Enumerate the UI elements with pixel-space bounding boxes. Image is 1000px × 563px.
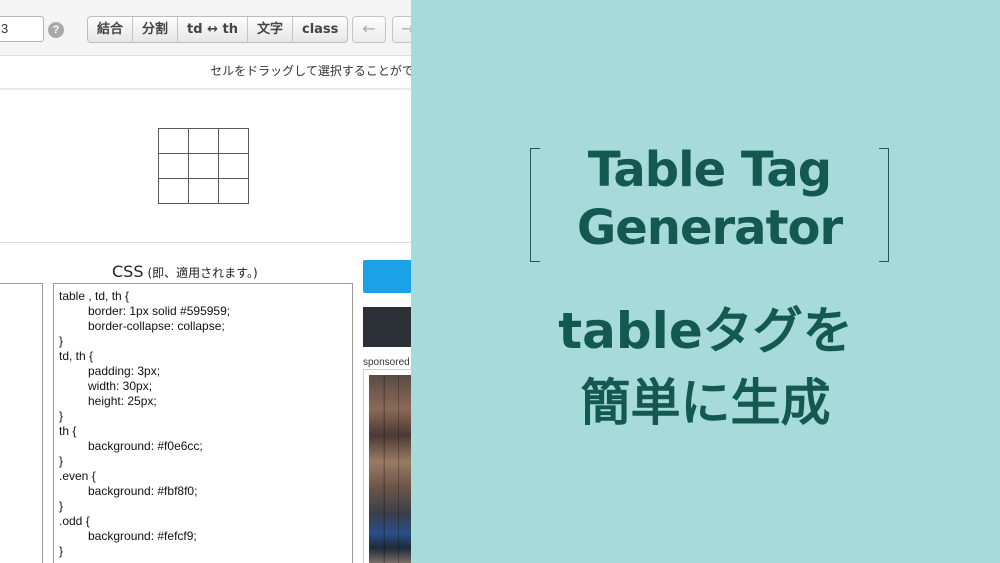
undo-button[interactable]: ← <box>352 16 386 43</box>
copy-button[interactable] <box>363 260 411 293</box>
dark-banner[interactable] <box>363 307 411 347</box>
english-title: Table Tag Generator <box>530 141 889 257</box>
table-row <box>158 153 249 179</box>
toggle-td-th-button[interactable]: td ↔ th <box>178 17 248 42</box>
css-code-line: } <box>59 334 64 348</box>
toolbar: 3 ? 結合 分割 td ↔ th 文字 class ← → <box>0 0 411 56</box>
ad-frame[interactable] <box>363 369 411 563</box>
english-title-line-2: Generator <box>576 200 843 256</box>
css-code-line: th { <box>59 424 77 438</box>
japanese-title: tableタグを 簡単に生成 <box>411 295 1000 439</box>
class-button[interactable]: class <box>293 17 347 42</box>
table-cell[interactable] <box>158 178 189 204</box>
help-icon[interactable]: ? <box>48 22 64 38</box>
css-code-line: background: #fefcf9; <box>88 529 197 543</box>
css-code-textarea[interactable]: table , td, th {border: 1px solid #59595… <box>53 283 353 563</box>
app-screenshot: 3 ? 結合 分割 td ↔ th 文字 class ← → セルをドラッグして… <box>0 0 411 563</box>
css-code-line: border: 1px solid #595959; <box>88 304 231 318</box>
css-code-line: height: 25px; <box>88 394 157 408</box>
table-cell[interactable] <box>218 153 249 179</box>
html-code-textarea[interactable] <box>0 283 43 563</box>
table-cell[interactable] <box>218 178 249 204</box>
css-code-line: } <box>59 499 64 513</box>
table-size-input[interactable]: 3 <box>0 16 44 42</box>
table-cell[interactable] <box>158 128 189 154</box>
redo-button[interactable]: → <box>392 16 411 43</box>
css-heading: CSS (即、適用されます。) <box>112 262 258 281</box>
table-cell[interactable] <box>188 153 219 179</box>
css-code-line: } <box>59 544 64 558</box>
css-code-line: } <box>59 409 64 423</box>
japanese-title-line-1: tableタグを <box>558 302 853 360</box>
section-divider <box>0 242 411 243</box>
table-row <box>158 178 249 204</box>
hint-divider <box>0 88 411 90</box>
css-code-line: padding: 3px; <box>88 364 161 378</box>
table-cell[interactable] <box>188 128 219 154</box>
merge-button[interactable]: 結合 <box>88 17 134 42</box>
css-code-line: table , td, th { <box>59 289 130 303</box>
css-code-line: background: #f0e6cc; <box>88 439 203 453</box>
css-code-line: background: #fbf8f0; <box>88 484 198 498</box>
cell-action-button-group: 結合 分割 td ↔ th 文字 class <box>87 16 349 43</box>
split-button[interactable]: 分割 <box>133 17 179 42</box>
table-cell[interactable] <box>158 153 189 179</box>
text-button[interactable]: 文字 <box>248 17 293 42</box>
css-code-line: .odd { <box>59 514 90 528</box>
css-code-line: width: 30px; <box>88 379 153 393</box>
title-panel: Table Tag Generator tableタグを 簡単に生成 <box>411 0 1000 563</box>
ad-photo[interactable] <box>369 375 411 563</box>
table-row <box>158 128 249 154</box>
sponsored-label: sponsored <box>363 357 410 368</box>
css-code-line: .even { <box>59 469 96 483</box>
css-code-line: border-collapse: collapse; <box>88 319 225 333</box>
table-preview[interactable] <box>158 128 249 204</box>
english-title-line-1: Table Tag <box>587 142 832 198</box>
table-cell[interactable] <box>218 128 249 154</box>
css-code-line: td, th { <box>59 349 94 363</box>
css-heading-note: (即、適用されます。) <box>147 266 258 280</box>
css-heading-title: CSS <box>112 262 144 281</box>
css-code-line: } <box>59 454 64 468</box>
japanese-title-line-2: 簡単に生成 <box>580 374 831 432</box>
drag-select-hint: セルをドラッグして選択することができます <box>210 64 411 78</box>
table-cell[interactable] <box>188 178 219 204</box>
